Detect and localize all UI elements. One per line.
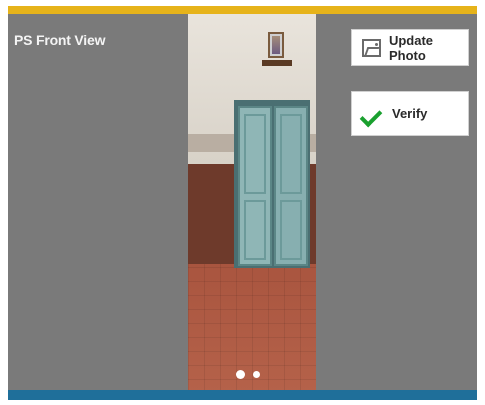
photo-wall-picture-image <box>272 36 280 54</box>
door-panel-lower <box>244 200 266 260</box>
image-icon <box>362 38 381 57</box>
door-panel-lower <box>280 200 302 260</box>
door-panel-upper <box>244 114 266 194</box>
verify-button[interactable]: Verify <box>351 91 469 136</box>
top-accent-bar <box>8 6 477 14</box>
photo-viewer[interactable] <box>188 14 316 394</box>
checkmark-icon <box>362 103 384 125</box>
door-panel-upper <box>280 114 302 194</box>
photo-wall-picture <box>268 32 284 58</box>
photo-door-right <box>274 106 308 266</box>
update-photo-button[interactable]: Update Photo <box>351 29 469 66</box>
carousel-dots <box>236 370 260 379</box>
carousel-dot[interactable] <box>253 371 260 378</box>
update-photo-label: Update Photo <box>388 32 434 63</box>
photo-shelf <box>262 60 292 66</box>
verify-label: Verify <box>392 106 428 121</box>
page-title: PS Front View <box>14 32 106 48</box>
carousel-dot-active[interactable] <box>236 370 245 379</box>
app-frame: PS Front View Update Photo Verify <box>8 6 477 400</box>
bottom-accent-bar <box>8 390 477 400</box>
photo-door-left <box>238 106 272 266</box>
